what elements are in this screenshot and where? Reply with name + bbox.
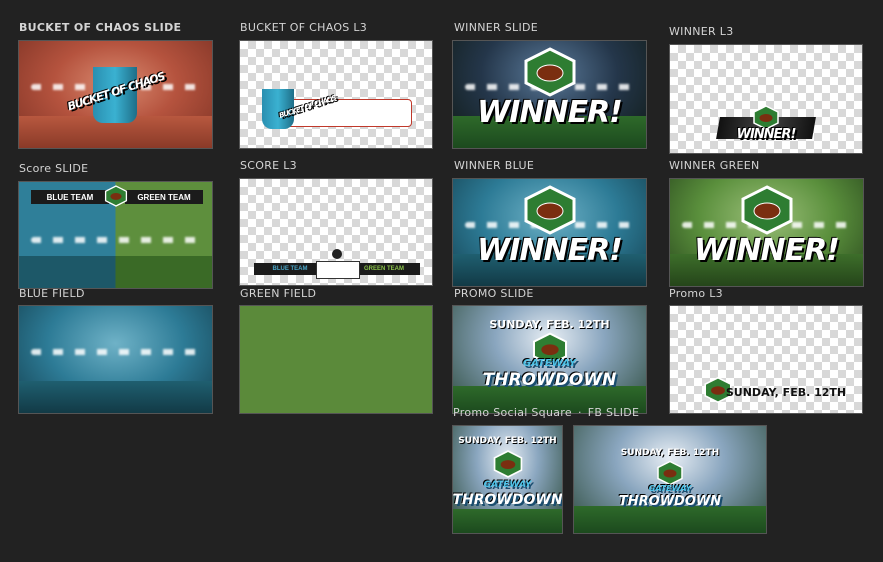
thumbnail-promo-social-square[interactable]: SUNDAY, FEB. 12TH GATEWAY THROWDOWN: [452, 425, 563, 534]
gateway-text: GATEWAY: [648, 484, 692, 493]
stadium-lights: [30, 237, 201, 243]
tile-label: Promo L3: [669, 287, 723, 300]
tile-label: WINNER SLIDE: [454, 21, 539, 34]
green-team-bar: GREEN TEAM: [125, 190, 203, 204]
thumbnail-green-field[interactable]: [239, 305, 433, 414]
thumbnail-winner-green[interactable]: WINNER!: [669, 178, 864, 287]
gateway-text: GATEWAY: [483, 480, 532, 490]
tile-label: BLUE FIELD: [19, 287, 85, 300]
tile-label: FB SLIDE: [587, 406, 640, 419]
throwdown-text: THROWDOWN: [618, 494, 722, 509]
football-badge-icon: [657, 460, 683, 486]
thumbnail-winner-l3[interactable]: WINNER!: [669, 44, 863, 154]
tile-label: GREEN FIELD: [240, 287, 317, 300]
event-date: SUNDAY, FEB. 12TH: [489, 318, 610, 331]
thumbnail-score-l3[interactable]: BLUE TEAM GREEN TEAM: [239, 178, 433, 286]
tile-label: Promo Social Square: [453, 406, 572, 419]
winner-text: WINNER!: [477, 233, 623, 268]
tile-label: WINNER L3: [669, 25, 734, 38]
winner-text: WINNER!: [736, 127, 797, 142]
thumbnail-bucket-of-chaos-slide[interactable]: BUCKET OF CHAOS: [18, 40, 213, 149]
event-date: SUNDAY, FEB. 12TH: [458, 436, 557, 446]
score-box: [316, 261, 360, 279]
stadium-lights: [30, 348, 201, 355]
throwdown-text: THROWDOWN: [452, 492, 563, 508]
tile-label: BUCKET OF CHAOS L3: [240, 21, 368, 34]
tile-label: SCORE L3: [240, 159, 297, 172]
tile-label: BUCKET OF CHAOS SLIDE: [19, 21, 182, 34]
thumbnail-bucket-of-chaos-l3[interactable]: BUCKET OF CHAOS: [239, 40, 433, 149]
football-badge-icon: [524, 47, 575, 97]
field-turf: [453, 509, 562, 533]
throwdown-text: THROWDOWN: [482, 370, 617, 390]
football-badge-icon: [741, 185, 792, 235]
winner-text: WINNER!: [694, 233, 840, 268]
blue-team-bar: BLUE TEAM: [31, 190, 109, 204]
football-badge-icon: [524, 185, 575, 235]
thumbnail-blue-field[interactable]: [18, 305, 213, 414]
tile-label-row: Promo Social Square · FB SLIDE: [453, 406, 639, 419]
separator: ·: [577, 406, 582, 419]
event-date: SUNDAY, FEB. 12TH: [725, 386, 847, 399]
winner-text: WINNER!: [477, 95, 623, 130]
tile-label: Score SLIDE: [19, 162, 89, 175]
thumbnail-winner-slide[interactable]: WINNER!: [452, 40, 647, 149]
football-icon: [332, 249, 342, 259]
football-badge-icon: [493, 450, 522, 478]
field-turf: [574, 506, 766, 533]
tile-label: WINNER GREEN: [669, 159, 760, 172]
thumbnail-promo-l3[interactable]: SUNDAY, FEB. 12TH: [669, 305, 863, 414]
tile-label: PROMO SLIDE: [454, 287, 534, 300]
football-badge-icon: [104, 185, 127, 207]
field-turf: [19, 256, 212, 288]
event-date: SUNDAY, FEB. 12TH: [620, 448, 720, 458]
thumbnail-score-slide[interactable]: BLUE TEAM GREEN TEAM: [18, 181, 213, 289]
tile-label: WINNER BLUE: [454, 159, 535, 172]
thumbnail-fb-slide[interactable]: SUNDAY, FEB. 12TH GATEWAY THROWDOWN: [573, 425, 767, 534]
thumbnail-winner-blue[interactable]: WINNER!: [452, 178, 647, 287]
gateway-text: GATEWAY: [522, 358, 577, 369]
field-turf: [19, 380, 212, 413]
thumbnail-promo-slide[interactable]: SUNDAY, FEB. 12TH GATEWAY THROWDOWN: [452, 305, 647, 414]
